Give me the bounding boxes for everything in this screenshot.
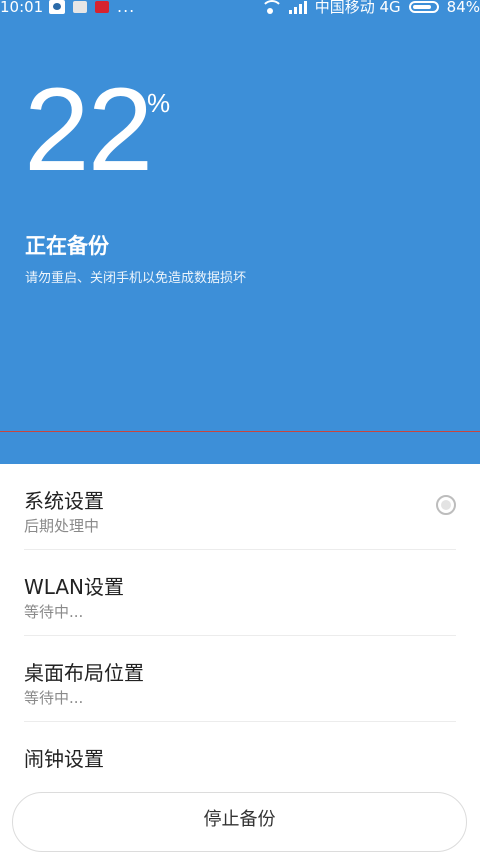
- backup-title: 正在备份: [25, 234, 109, 258]
- item-name: 闹钟设置: [24, 747, 104, 771]
- list-item-system-settings: 系统设置 后期处理中: [24, 464, 456, 550]
- notification-icons: ...: [49, 0, 136, 16]
- progress-value: 22: [24, 64, 153, 196]
- item-state: 等待中...: [24, 603, 84, 621]
- list-item-desktop-layout: 桌面布局位置 等待中...: [24, 636, 456, 722]
- wifi-icon: [259, 0, 283, 14]
- battery-fill: [412, 5, 432, 9]
- notification-image-icon: [73, 1, 87, 13]
- item-state: 等待中...: [24, 689, 84, 707]
- loading-spinner-icon: [436, 495, 456, 515]
- battery-icon: [408, 1, 439, 13]
- more-notifications: ...: [117, 0, 136, 16]
- backup-item-list: 系统设置 后期处理中 WLAN设置 等待中... 桌面布局位置 等待中... 闹…: [0, 464, 480, 808]
- status-time: 10:01: [0, 0, 44, 16]
- item-name: WLAN设置: [24, 575, 125, 599]
- header-divider: [0, 431, 480, 432]
- status-right: 中国移动 4G 84%: [259, 0, 480, 16]
- item-state: 后期处理中: [24, 517, 100, 535]
- list-item-wlan-settings: WLAN设置 等待中...: [24, 550, 456, 636]
- item-name: 系统设置: [24, 489, 104, 513]
- notification-red-icon: [95, 1, 109, 13]
- stop-backup-label: 停止备份: [203, 809, 276, 830]
- notification-app-icon: [49, 0, 65, 14]
- backup-subtitle: 请勿重启、关闭手机以免造成数据损坏: [25, 271, 247, 286]
- progress-unit: %: [147, 88, 171, 118]
- status-bar: 10:01 ... 中国移动 4G 84%: [0, 0, 480, 16]
- signal-icon: [288, 0, 307, 14]
- stop-backup-button[interactable]: 停止备份: [12, 792, 467, 852]
- carrier-label: 中国移动 4G: [314, 0, 401, 16]
- battery-percent: 84%: [446, 0, 480, 16]
- item-name: 桌面布局位置: [24, 661, 144, 685]
